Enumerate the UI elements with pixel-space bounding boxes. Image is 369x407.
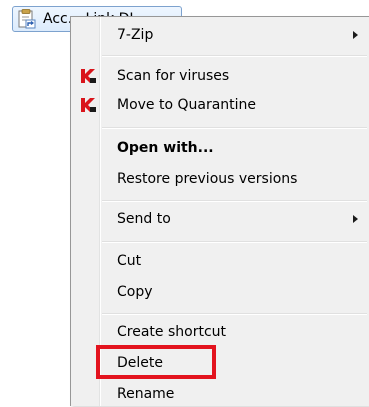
delete-highlight-annotation [96,345,216,379]
menu-item-label: Copy [117,284,153,300]
menu-item-label: Cut [117,253,142,269]
kaspersky-k-icon [81,69,96,83]
menu-item-move-to-quarantine[interactable]: Move to Quarantine [71,92,369,118]
menu-separator [102,200,367,202]
menu-item-label: Rename [117,386,175,402]
menu-item-send-to[interactable]: Send to [71,206,369,232]
menu-item-label: Send to [117,211,171,227]
menu-item-scan-for-viruses[interactable]: Scan for viruses [71,63,369,89]
shortcut-file-icon [18,9,36,29]
submenu-arrow-icon [353,215,358,223]
menu-separator [102,241,367,243]
menu-separator [102,313,367,315]
menu-separator [102,55,367,57]
menu-item-cut[interactable]: Cut [71,248,369,274]
kaspersky-k-icon [81,98,96,112]
menu-item-restore-previous-versions[interactable]: Restore previous versions [71,166,369,192]
menu-item-create-shortcut[interactable]: Create shortcut [71,319,369,345]
menu-item-label: Restore previous versions [117,171,298,187]
menu-separator [102,127,367,129]
menu-item-rename[interactable]: Rename [71,381,369,407]
menu-item-label: Scan for viruses [117,68,230,84]
menu-item-label: Open with... [117,140,214,156]
menu-item-label: 7-Zip [117,27,154,43]
menu-item-open-with[interactable]: Open with... [71,135,369,161]
menu-item-label: Move to Quarantine [117,97,257,113]
menu-item-7zip[interactable]: 7-Zip [71,22,369,48]
submenu-arrow-icon [353,31,358,39]
menu-item-copy[interactable]: Copy [71,279,369,305]
menu-item-label: Create shortcut [117,324,227,340]
